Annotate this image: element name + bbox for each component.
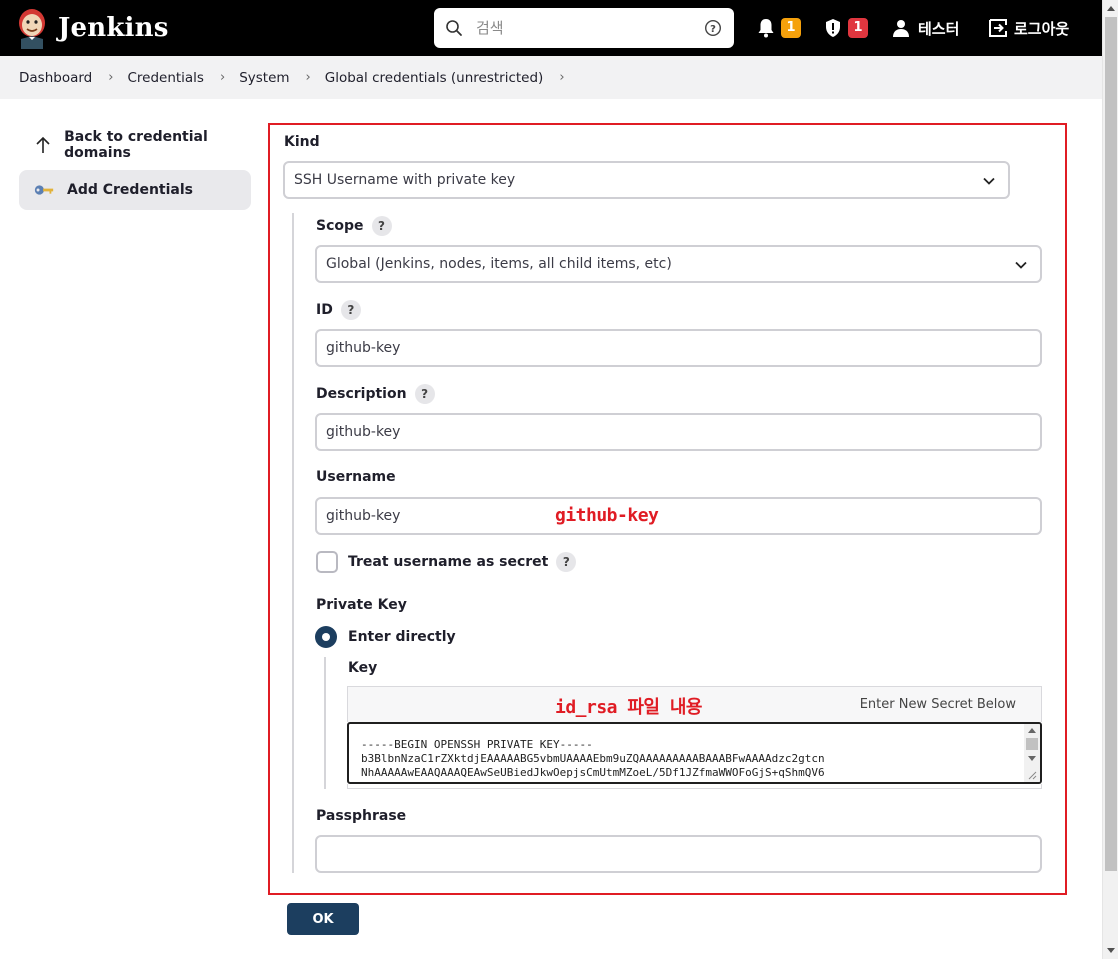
app-name: Jenkins <box>58 13 169 43</box>
username-label: Username <box>316 469 396 485</box>
description-input[interactable]: github-key <box>315 413 1042 451</box>
kind-select[interactable]: SSH Username with private key <box>283 161 1010 199</box>
id-value: github-key <box>326 340 401 356</box>
id-input[interactable]: github-key <box>315 329 1042 367</box>
chevron-down-icon <box>983 177 995 185</box>
sidebar-item-label: Back to credential domains <box>64 129 208 161</box>
search-box[interactable]: ? <box>434 8 734 48</box>
logout-icon <box>989 19 1007 37</box>
passphrase-label: Passphrase <box>316 808 407 824</box>
notifications-button[interactable]: 1 <box>757 16 801 40</box>
scope-help-icon[interactable]: ? <box>371 216 392 236</box>
enter-directly-label: Enter directly <box>348 629 456 645</box>
security-button[interactable]: 1 <box>824 16 868 40</box>
scope-value: Global (Jenkins, nodes, items, all child… <box>326 256 672 272</box>
textarea-scrollbar[interactable] <box>1024 724 1040 782</box>
chevron-right-icon: › <box>108 70 114 85</box>
bell-icon <box>758 19 774 38</box>
private-key-content: -----BEGIN OPENSSH PRIVATE KEY----- b3Bl… <box>361 738 825 780</box>
key-annotation: id_rsa 파일 내용 <box>555 697 702 718</box>
user-icon <box>893 20 909 37</box>
logout-label: 로그아웃 <box>1014 19 1070 38</box>
private-key-textarea[interactable]: -----BEGIN OPENSSH PRIVATE KEY----- b3Bl… <box>347 722 1042 784</box>
secret-hint: Enter New Secret Below <box>859 697 1016 712</box>
search-input[interactable] <box>474 12 694 44</box>
user-menu[interactable]: 테스터 <box>892 16 959 40</box>
key-icon <box>33 181 55 199</box>
chevron-right-icon: › <box>219 70 226 85</box>
arrow-up-icon <box>33 136 52 154</box>
secret-footer <box>347 784 1042 789</box>
key-label: Key <box>348 660 378 676</box>
ok-button[interactable]: OK <box>287 903 359 935</box>
sidebar-item-label: Add Credentials <box>67 182 193 198</box>
description-label-text: Description <box>316 386 407 402</box>
user-name: 테스터 <box>918 19 960 38</box>
description-label: Description ? <box>316 384 435 404</box>
id-help-icon[interactable]: ? <box>340 300 361 320</box>
search-icon <box>446 20 462 36</box>
private-key-nested-line <box>324 657 326 789</box>
scope-label: Scope ? <box>316 216 392 236</box>
security-badge: 1 <box>848 18 868 38</box>
notifications-badge: 1 <box>781 18 801 38</box>
key-line: NhAAAAAwEAAQAAAQEAwSeUBiedJkwOepjsCmUtmM… <box>361 766 825 779</box>
sidebar-item-back-to-domains[interactable]: Back to credential domains <box>19 125 251 165</box>
chevron-down-icon <box>1015 261 1027 269</box>
breadcrumb-dashboard[interactable]: Dashboard <box>19 70 92 86</box>
search-help-icon[interactable]: ? <box>704 19 722 37</box>
scroll-down-arrow-icon[interactable] <box>1107 948 1115 953</box>
textarea-scroll-down-icon[interactable] <box>1028 756 1036 761</box>
textarea-scroll-thumb[interactable] <box>1026 738 1038 750</box>
enter-directly-radio[interactable] <box>315 626 337 648</box>
textarea-scroll-up-icon[interactable] <box>1028 728 1036 733</box>
page-scrollbar[interactable] <box>1102 0 1118 959</box>
username-input[interactable]: github-key <box>315 497 1042 535</box>
scroll-up-arrow-icon[interactable] <box>1107 6 1115 11</box>
username-value: github-key <box>326 508 401 524</box>
description-value: github-key <box>326 424 401 440</box>
treat-secret-label: Treat username as secret ? <box>348 552 577 572</box>
treat-username-secret-checkbox[interactable] <box>316 551 338 573</box>
scope-label-text: Scope <box>316 218 364 234</box>
treat-secret-label-text: Treat username as secret <box>348 554 549 570</box>
kind-label: Kind <box>284 134 320 150</box>
treat-secret-help-icon[interactable]: ? <box>556 552 577 572</box>
jenkins-butler-icon <box>19 9 45 49</box>
description-help-icon[interactable]: ? <box>414 384 435 404</box>
sidebar-item-add-credentials[interactable]: Add Credentials <box>19 170 251 210</box>
nested-section-line <box>292 213 294 873</box>
svg-text:?: ? <box>710 24 716 35</box>
chevron-right-icon[interactable]: › <box>559 70 564 85</box>
id-label: ID ? <box>316 300 361 320</box>
id-label-text: ID <box>316 302 333 318</box>
jenkins-logo[interactable]: Jenkins <box>16 7 169 49</box>
shield-alert-icon <box>826 19 840 37</box>
kind-value: SSH Username with private key <box>294 172 516 188</box>
key-line: -----BEGIN OPENSSH PRIVATE KEY----- <box>361 738 593 751</box>
scope-select[interactable]: Global (Jenkins, nodes, items, all child… <box>315 245 1042 283</box>
username-annotation: github-key <box>555 505 659 526</box>
breadcrumb: Dashboard › Credentials › System › Globa… <box>0 56 1102 99</box>
private-key-label: Private Key <box>316 597 407 613</box>
breadcrumb-system[interactable]: System <box>239 70 289 86</box>
passphrase-input[interactable] <box>315 835 1042 873</box>
chevron-right-icon: › <box>305 70 311 85</box>
breadcrumb-global-credentials[interactable]: Global credentials (unrestricted) <box>325 70 544 86</box>
scroll-thumb[interactable] <box>1105 17 1117 871</box>
breadcrumb-credentials[interactable]: Credentials <box>127 70 204 86</box>
logout-button[interactable]: 로그아웃 <box>987 16 1069 40</box>
top-header: Jenkins ? 1 1 테스터 <box>0 0 1102 56</box>
resize-grip-icon[interactable] <box>1027 770 1037 780</box>
key-line: b3BlbnNzaC1rZXktdjEAAAAABG5vbmUAAAAEbm9u… <box>361 752 825 765</box>
